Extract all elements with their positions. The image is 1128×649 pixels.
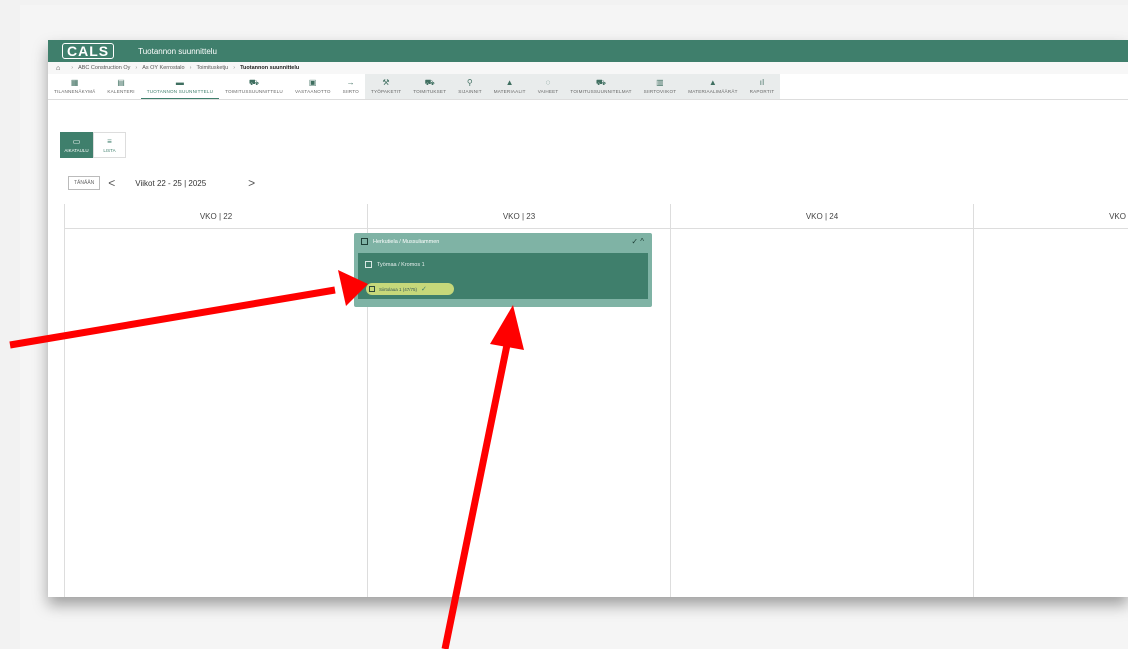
next-weeks-button[interactable]: > [248,176,255,190]
work-package-card[interactable]: Herkutiela / Mussuliammen ✓ ^ Työmaa / K… [354,233,652,307]
location-checkbox[interactable] [365,261,372,268]
app-bar: CALS Tuotannon suunnittelu [48,40,1128,62]
location-title: Työmaa / Kromos 1 [377,261,425,268]
nav-label: VASTAANOTTO [294,89,331,94]
list-view-label: LISTA [103,148,116,153]
calendar-icon: ▤ [117,78,125,87]
previous-weeks-button[interactable]: < [108,176,115,190]
cals-logo[interactable]: CALS [62,43,115,59]
task-label: Siirtolaua 1 (47/75) [379,286,418,292]
breadcrumb-current: Tuotannon suunnittelu [240,65,300,71]
arrow-right-icon: → [346,78,355,87]
week-column: VKO [973,204,1128,597]
nav-siirtoviikot[interactable]: ▥ SIIRTOVIIKOT [638,74,683,99]
nav-siirto[interactable]: → SIIRTO [337,74,365,99]
app-title: Tuotannon suunnittelu [138,46,217,56]
schedule-view-label: AIKATAULU [64,148,89,153]
nav-vaiheet[interactable]: ◌ VAIHEET [532,74,565,99]
nav-sijainnit[interactable]: ⚲ SIJAINNIT [452,74,488,99]
nav-toimitussuunnittelu[interactable]: ⛟ TOIMITUSSUUNNITTELU [219,74,289,99]
schedule-view-button[interactable]: ▭ AIKATAULU [60,132,93,158]
breadcrumb-separator: › [233,65,236,71]
app-window: CALS Tuotannon suunnittelu ⌂ › ABC Const… [48,40,1128,597]
week-column: VKO | 22 [64,204,367,597]
location-pin-icon: ⚲ [466,78,473,87]
nav-label: TUOTANNON SUUNNITTELU [146,88,214,94]
home-icon[interactable]: ⌂ [56,65,60,72]
task-checkbox[interactable] [369,286,375,292]
receive-icon: ▣ [308,78,317,87]
week-header: VKO | 23 [368,204,670,229]
nav-label: SIIRTO [342,89,359,94]
nav-label: VAIHEET [537,89,559,94]
collapse-icon[interactable]: ✓ ^ [631,237,644,246]
nav-label: TOIMITUKSET [413,89,447,94]
nav-vastaanotto[interactable]: ▣ VASTAANOTTO [289,74,337,99]
nav-label: RAPORTIT [749,89,775,94]
nav-label: TOIMITUSSUUNNITTELU [225,89,283,94]
view-toggle: ▭ AIKATAULU ≡ LISTA [60,132,126,158]
calendar-grid-icon: ▥ [656,78,664,87]
nav-label: MATERIAALIT [493,89,526,94]
bar-chart-icon: ıl [759,78,765,87]
week-column: VKO | 24 [670,204,973,597]
nav-materiaalimaarat[interactable]: ▲ MATERIAALIMÄÄRÄT [682,74,743,99]
main-nav: ▦ TILANNENÄKYMÄ ▤ KALENTERI ▬ TUOTANNON SUU… [48,74,1128,100]
nav-kalenteri[interactable]: ▤ KALENTERI [101,74,140,99]
phases-icon: ◌ [545,78,551,87]
nav-label: SIIRTOVIIKOT [643,89,677,94]
breadcrumb: ⌂ › ABC Construction Oy › As OY Kerrosta… [48,62,1128,74]
transfer-task-chip[interactable]: Siirtolaua 1 (47/75) ✓ [366,283,454,295]
location-group-header: Työmaa / Kromos 1 [358,253,648,268]
calendar-icon: ▭ [72,137,81,146]
check-icon: ✓ [421,286,427,293]
work-package-checkbox[interactable] [361,238,368,245]
nav-group-master-data: ⚒ TYÖPAKETIT ⛟ TOIMITUKSET ⚲ SIJAINNIT ▲ MAT… [364,74,781,99]
production-icon: ▬ [175,77,185,87]
week-range-label: Viikot 22 - 25 | 2025 [135,178,207,188]
nav-tilannenakyma[interactable]: ▦ TILANNENÄKYMÄ [48,74,101,99]
tools-icon: ⚒ [382,78,390,87]
nav-label: TOIMITUSSUUNNITELMAT [570,89,632,94]
breadcrumb-item[interactable]: As OY Kerrostalo [142,65,184,71]
nav-tuotannon-suunnittelu[interactable]: ▬ TUOTANNON SUUNNITTELU [140,74,220,99]
nav-label: MATERIAALIMÄÄRÄT [688,89,738,94]
location-group[interactable]: Työmaa / Kromos 1 Siirtolaua 1 (47/75) ✓ [358,253,648,299]
nav-toimitussuunnitelmat[interactable]: ⛟ TOIMITUSSUUNNITELMAT [564,74,637,99]
truck-icon: ⛟ [248,78,260,87]
date-navigation: TÄNÄÄN < Viikot 22 - 25 | 2025 > [68,176,255,190]
nav-raportit[interactable]: ıl RAPORTIT [744,74,781,99]
breadcrumb-separator: › [135,65,138,71]
nav-materiaalit[interactable]: ▲ MATERIAALIT [488,74,532,99]
dashboard-icon: ▦ [70,78,79,87]
breadcrumb-separator: › [71,65,74,71]
week-header: VKO [974,204,1128,229]
week-header: VKO | 22 [65,204,367,229]
list-view-button[interactable]: ≡ LISTA [93,132,126,158]
materials-icon: ▲ [505,78,514,87]
nav-tyopaketit[interactable]: ⚒ TYÖPAKETIT [365,74,407,99]
nav-label: KALENTERI [107,89,135,94]
week-header: VKO | 24 [671,204,973,229]
breadcrumb-item[interactable]: Toimitusketju [196,65,228,71]
nav-toimitukset[interactable]: ⛟ TOIMITUKSET [407,74,452,99]
work-package-title: Herkutiela / Mussuliammen [373,238,440,245]
materials-icon: ▲ [708,78,717,87]
today-button[interactable]: TÄNÄÄN [68,176,101,190]
truck-icon: ⛟ [424,78,435,87]
work-package-header[interactable]: Herkutiela / Mussuliammen ✓ ^ [354,233,652,250]
nav-label: TYÖPAKETIT [370,89,402,94]
breadcrumb-item[interactable]: ABC Construction Oy [78,65,130,71]
nav-label: SIJAINNIT [458,89,482,94]
nav-label: TILANNENÄKYMÄ [54,89,96,94]
truck-icon: ⛟ [595,78,607,87]
list-icon: ≡ [107,137,112,146]
breadcrumb-separator: › [189,65,192,71]
